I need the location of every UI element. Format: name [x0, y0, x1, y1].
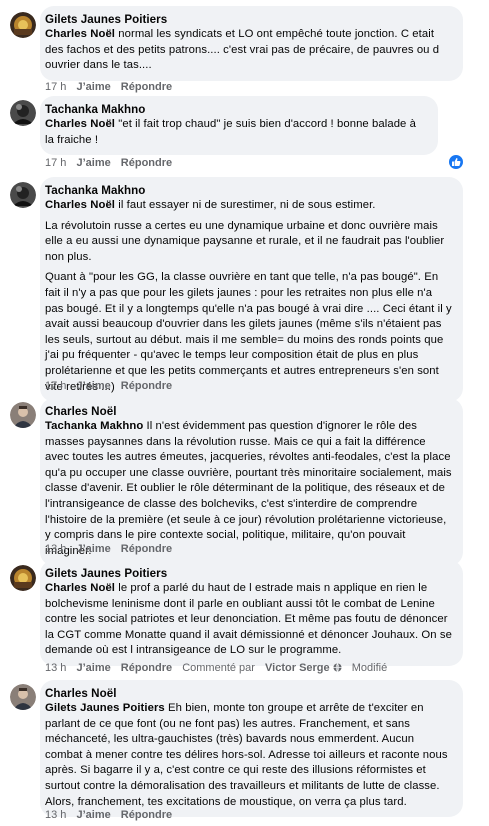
- comment-author[interactable]: Charles Noël: [45, 686, 453, 701]
- comment-bubble: Tachanka Makhno Charles Noël il faut ess…: [40, 177, 463, 403]
- commenter-name[interactable]: Victor Serge: [265, 662, 330, 674]
- commented-by-label: Commenté par Victor Serge: [182, 662, 342, 674]
- comment-author[interactable]: Gilets Jaunes Poitiers: [45, 12, 453, 27]
- comment-actions: 17 h J’aime Répondre: [45, 379, 179, 393]
- avatar[interactable]: [10, 565, 36, 591]
- reply-button[interactable]: Répondre: [121, 809, 172, 821]
- mention[interactable]: Charles Noël: [45, 28, 115, 40]
- mention[interactable]: Tachanka Makhno: [45, 420, 143, 432]
- like-button[interactable]: J’aime: [76, 380, 110, 392]
- comment-bubble: Gilets Jaunes Poitiers Charles Noël norm…: [40, 6, 463, 81]
- mention[interactable]: Charles Noël: [45, 582, 115, 594]
- comment-text: Charles Noël "et il fait trop chaud" je …: [45, 118, 416, 146]
- comment-text: Quant à "pour les GG, la classe ouvrière…: [45, 271, 452, 393]
- comment-actions: 13 h J’aime Répondre Commenté par Victor…: [45, 661, 394, 675]
- timestamp[interactable]: 17 h: [45, 380, 66, 392]
- avatar[interactable]: [10, 684, 36, 710]
- like-button[interactable]: J’aime: [76, 81, 110, 93]
- comment-actions: 13 h J’aime Répondre: [45, 542, 179, 556]
- comment-actions: 13 h J’aime Répondre: [45, 808, 179, 822]
- comment-author[interactable]: Tachanka Makhno: [45, 102, 428, 117]
- comment-bubble: Tachanka Makhno Charles Noël "et il fait…: [40, 96, 438, 156]
- like-button[interactable]: J’aime: [76, 662, 110, 674]
- comment-actions: 17 h J’aime Répondre: [45, 156, 179, 170]
- like-button[interactable]: J’aime: [76, 157, 110, 169]
- edited-label[interactable]: Modifié: [352, 662, 387, 674]
- reply-button[interactable]: Répondre: [121, 543, 172, 555]
- comment-thread: Gilets Jaunes Poitiers Charles Noël norm…: [0, 0, 489, 826]
- like-thumb-icon[interactable]: [448, 154, 464, 170]
- comment-text: Charles Noël il faut essayer ni de sures…: [45, 199, 376, 211]
- comment-text: Tachanka Makhno Il n'est évidemment pas …: [45, 420, 452, 557]
- mention[interactable]: Charles Noël: [45, 118, 115, 130]
- timestamp[interactable]: 13 h: [45, 543, 66, 555]
- comment-author[interactable]: Charles Noël: [45, 404, 453, 419]
- comment-text: Charles Noël le prof a parlé du haut de …: [45, 582, 452, 657]
- comment-text: La révolutoin russe a certes eu une dyna…: [45, 219, 445, 263]
- timestamp[interactable]: 17 h: [45, 157, 66, 169]
- comment-text: Charles Noël normal les syndicats et LO …: [45, 28, 440, 72]
- comment-bubble: Gilets Jaunes Poitiers Charles Noël le p…: [40, 560, 463, 666]
- reply-button[interactable]: Répondre: [121, 380, 172, 392]
- reply-button[interactable]: Répondre: [121, 662, 172, 674]
- globe-icon: [333, 663, 342, 673]
- comment-bubble: Charles Noël Gilets Jaunes Poitiers Eh b…: [40, 680, 463, 818]
- timestamp[interactable]: 17 h: [45, 81, 66, 93]
- avatar[interactable]: [10, 100, 36, 126]
- comment-text: Gilets Jaunes Poitiers Eh bien, monte to…: [45, 702, 448, 808]
- avatar[interactable]: [10, 12, 36, 38]
- reply-button[interactable]: Répondre: [121, 81, 172, 93]
- reply-button[interactable]: Répondre: [121, 157, 172, 169]
- like-button[interactable]: J’aime: [76, 543, 110, 555]
- mention[interactable]: Charles Noël: [45, 199, 115, 211]
- comment-author[interactable]: Tachanka Makhno: [45, 183, 453, 198]
- mention[interactable]: Gilets Jaunes Poitiers: [45, 702, 165, 714]
- timestamp[interactable]: 13 h: [45, 662, 66, 674]
- avatar[interactable]: [10, 402, 36, 428]
- comment-author[interactable]: Gilets Jaunes Poitiers: [45, 566, 453, 581]
- avatar[interactable]: [10, 182, 36, 208]
- comment-actions: 17 h J’aime Répondre: [45, 80, 179, 94]
- like-button[interactable]: J’aime: [76, 809, 110, 821]
- timestamp[interactable]: 13 h: [45, 809, 66, 821]
